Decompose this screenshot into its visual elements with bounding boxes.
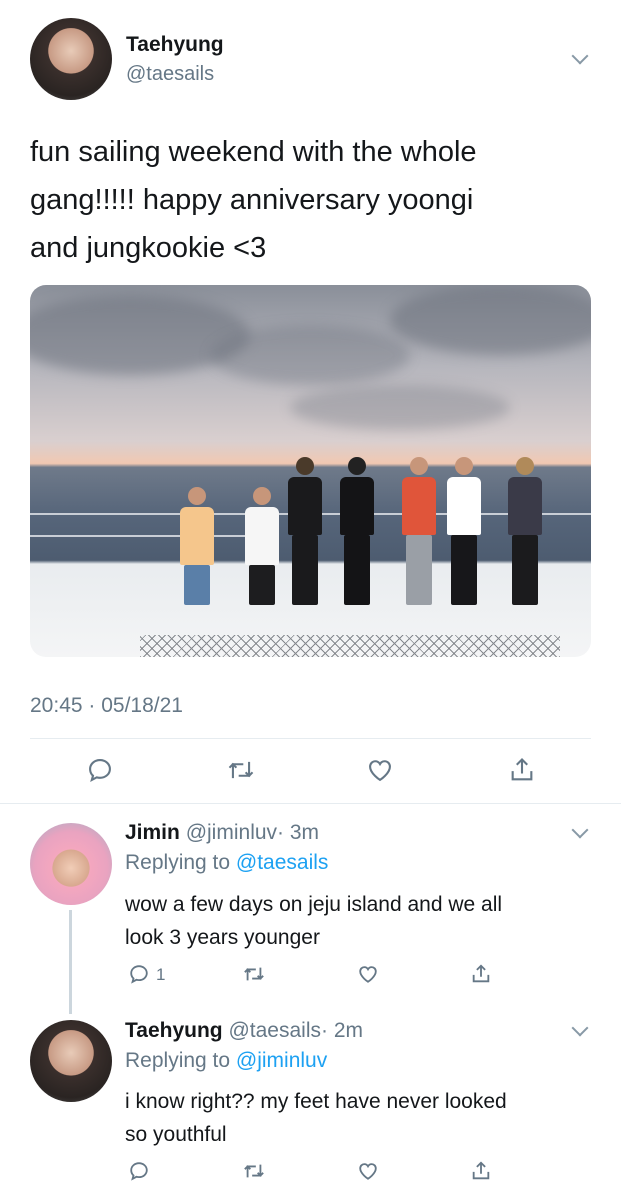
avatar[interactable] [30, 1020, 112, 1102]
reply-header: Taehyung @taesails· 2m [125, 1019, 363, 1043]
share-icon[interactable] [508, 756, 536, 784]
reply-text-line: so youthful [125, 1123, 227, 1146]
tweet-text-line: gang!!!!! happy anniversary yoongi [30, 184, 474, 216]
reply-text-line: look 3 years younger [125, 926, 320, 949]
reply-display-name[interactable]: Taehyung [125, 1019, 223, 1042]
chevron-down-icon[interactable] [571, 47, 589, 65]
tweet-text-line: and jungkookie <3 [30, 232, 267, 264]
avatar[interactable] [30, 18, 112, 100]
author-display-name[interactable]: Taehyung [126, 33, 224, 57]
reply-text-line: wow a few days on jeju island and we all [125, 893, 503, 916]
reply-icon[interactable] [128, 963, 150, 985]
reply-age[interactable]: · 3m [277, 821, 319, 844]
replying-to: Replying to @jiminluv [125, 1049, 327, 1073]
reply-display-name[interactable]: Jimin [125, 821, 180, 844]
reply-header: Jimin @jiminluv· 3m [125, 821, 319, 845]
tweet-text: fun sailing weekend with the whole gang!… [30, 128, 477, 272]
reply-icon[interactable] [86, 756, 114, 784]
tweet-text-line: fun sailing weekend with the whole [30, 136, 477, 168]
reply-text-line: i know right?? my feet have never looked [125, 1090, 507, 1113]
replying-to-link[interactable]: @taesails [236, 851, 329, 874]
share-icon[interactable] [470, 1160, 492, 1182]
replying-to-label: Replying to [125, 851, 231, 874]
like-icon[interactable] [357, 1160, 379, 1182]
chevron-down-icon[interactable] [571, 1019, 589, 1037]
divider [0, 803, 621, 804]
tweet-photo[interactable] [30, 285, 591, 657]
reply-text: wow a few days on jeju island and we all… [125, 888, 502, 954]
divider [30, 738, 591, 739]
replying-to-label: Replying to [125, 1049, 231, 1072]
retweet-icon[interactable] [242, 963, 266, 985]
replying-to: Replying to @taesails [125, 851, 328, 875]
avatar[interactable] [30, 823, 112, 905]
like-icon[interactable] [357, 963, 379, 985]
retweet-icon[interactable] [226, 756, 256, 784]
reply-icon[interactable] [128, 1160, 150, 1182]
replying-to-link[interactable]: @jiminluv [236, 1049, 327, 1072]
reply-text: i know right?? my feet have never looked… [125, 1085, 507, 1151]
chevron-down-icon[interactable] [571, 821, 589, 839]
reply-age[interactable]: · 2m [321, 1019, 363, 1042]
thread-connector [69, 910, 72, 1014]
reply-handle[interactable]: @taesails [228, 1019, 321, 1042]
tweet-timestamp[interactable]: 20:45 · 05/18/21 [30, 694, 183, 718]
reply-handle[interactable]: @jiminluv [186, 821, 277, 844]
retweet-icon[interactable] [242, 1160, 266, 1182]
author-handle[interactable]: @taesails [126, 63, 214, 86]
like-icon[interactable] [366, 756, 394, 784]
share-icon[interactable] [470, 963, 492, 985]
reply-count: 1 [156, 965, 166, 984]
